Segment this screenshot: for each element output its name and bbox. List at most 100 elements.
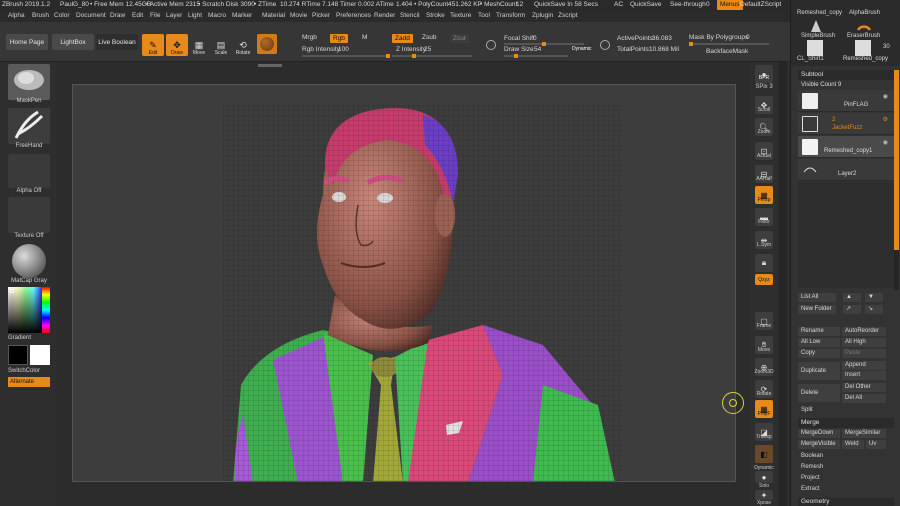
lightbox-button[interactable]: LightBox: [52, 34, 94, 50]
material-sphere-button[interactable]: [257, 34, 277, 54]
uv-button[interactable]: Uv: [866, 440, 886, 449]
duplicate-button[interactable]: Duplicate: [798, 362, 840, 380]
menu-picker[interactable]: Picker: [312, 12, 330, 19]
menu-render[interactable]: Render: [374, 12, 395, 19]
zsub-toggle[interactable]: Zsub: [422, 34, 436, 41]
paste-button[interactable]: Paste: [842, 349, 886, 358]
menu-texture[interactable]: Texture: [450, 12, 471, 19]
ac-label[interactable]: AC: [614, 1, 623, 8]
menu-alpha[interactable]: Alpha: [8, 12, 25, 19]
autoreorder-button[interactable]: AutoReorder: [842, 327, 886, 336]
material-selector[interactable]: [8, 242, 50, 278]
del-all-button[interactable]: Del All: [842, 394, 886, 403]
visible-count-control[interactable]: Visible Count 9: [798, 80, 894, 90]
menu-layer[interactable]: Layer: [166, 12, 182, 19]
draw-size-slider[interactable]: [504, 54, 568, 58]
all-low-button[interactable]: All Low: [798, 338, 840, 347]
menu-tool[interactable]: Tool: [478, 12, 490, 19]
arrow-down-right-button[interactable]: ↘: [865, 305, 883, 314]
del-other-button[interactable]: Del Other: [842, 383, 886, 392]
insert-button[interactable]: Insert: [842, 371, 886, 380]
tool-cl-shirt[interactable]: CL_Shirt1: [797, 56, 824, 62]
remeshed-copy-thumb[interactable]: [855, 40, 871, 56]
brush-selector[interactable]: [8, 64, 50, 100]
subtool-item[interactable]: Layer2: [798, 159, 894, 181]
eye-icon[interactable]: ◉: [883, 139, 888, 146]
rotate-mode-button[interactable]: ⟲ Rotate: [232, 34, 254, 56]
focal-shift-slider[interactable]: [504, 42, 584, 46]
menu-material[interactable]: Material: [262, 12, 285, 19]
dynamic-button[interactable]: ◧: [755, 445, 773, 463]
split-button[interactable]: Split: [798, 406, 886, 415]
stroke-selector[interactable]: [8, 108, 50, 144]
new-folder-button[interactable]: New Folder: [798, 305, 836, 314]
xpose-button[interactable]: ✦: [755, 490, 773, 500]
cl-shirt-thumb[interactable]: [807, 40, 823, 56]
mergevisible-button[interactable]: MergeVisible: [798, 440, 840, 449]
dynamic-toggle[interactable]: Dynamic: [572, 46, 591, 52]
lazy-mouse-icon[interactable]: [486, 40, 496, 50]
subtool-scroll-thumb[interactable]: [894, 70, 899, 250]
geometry-header[interactable]: Geometry: [798, 498, 894, 506]
extract-button[interactable]: Extract: [798, 485, 886, 494]
tool-simplebrush[interactable]: SimpleBrush: [801, 33, 835, 39]
weld-button[interactable]: Weld: [842, 440, 864, 449]
simplebrush-thumb[interactable]: [807, 18, 825, 34]
menu-movie[interactable]: Movie: [290, 12, 307, 19]
menu-preferences[interactable]: Preferences: [336, 12, 371, 19]
menu-brush[interactable]: Brush: [32, 12, 49, 19]
list-all-button[interactable]: List All: [798, 293, 836, 302]
subtool-item[interactable]: Remeshed_copy1 ◉: [798, 136, 894, 158]
secondary-color-swatch[interactable]: [30, 345, 50, 365]
zcut-toggle[interactable]: Zcut: [450, 34, 469, 43]
tool-alphabrush[interactable]: AlphaBrush: [849, 10, 880, 16]
z-intensity-slider[interactable]: [392, 54, 472, 58]
boolean-button[interactable]: Boolean: [798, 452, 886, 461]
home-page-button[interactable]: Home Page: [6, 34, 48, 50]
subtool-item[interactable]: PinFLAG ◉: [798, 90, 894, 112]
menu-transform[interactable]: Transform: [496, 12, 525, 19]
menu-zplugin[interactable]: Zplugin: [532, 12, 553, 19]
draw-mode-button[interactable]: ✥ Draw: [166, 34, 188, 56]
color-picker[interactable]: [8, 287, 50, 333]
scale-mode-button[interactable]: ▤ Scale: [210, 34, 232, 56]
solo-button[interactable]: ●: [755, 471, 773, 483]
menu-marker[interactable]: Marker: [232, 12, 252, 19]
right-shelf-scrollbar[interactable]: [779, 62, 787, 506]
switchcolor-button[interactable]: SwitchColor: [8, 368, 50, 374]
delete-button[interactable]: Delete: [798, 384, 840, 402]
quicksave-button[interactable]: QuickSave: [630, 1, 661, 8]
project-button[interactable]: Project: [798, 474, 886, 483]
gear-icon[interactable]: ⚙: [883, 116, 888, 123]
rename-button[interactable]: Rename: [798, 327, 840, 336]
canvas-area[interactable]: [56, 62, 750, 506]
spix-control[interactable]: SPix 3: [750, 84, 778, 90]
subtool-item[interactable]: 2 JacketFuzz ⚙: [798, 113, 894, 135]
gradient-label[interactable]: Gradient: [8, 335, 50, 341]
eye-icon[interactable]: ◉: [883, 93, 888, 100]
hue-strip[interactable]: [42, 287, 50, 333]
menu-stroke[interactable]: Stroke: [426, 12, 445, 19]
mergesimilar-button[interactable]: MergeSimilar: [842, 429, 886, 438]
live-boolean-button[interactable]: Live Boolean: [96, 34, 138, 50]
all-high-button[interactable]: All High: [842, 338, 886, 347]
tool-remeshed-copy[interactable]: Remeshed_copy: [797, 10, 842, 16]
eraserbrush-thumb[interactable]: [855, 18, 873, 34]
subtool-header[interactable]: Subtool: [798, 70, 894, 80]
mask-by-polygroups-slider[interactable]: [689, 42, 769, 46]
backface-mask-button[interactable]: BackfaceMask: [706, 48, 748, 55]
subtool-scrollbar[interactable]: [894, 70, 899, 290]
menu-file[interactable]: File: [150, 12, 160, 19]
copy-button[interactable]: Copy: [798, 349, 840, 358]
default-zscript[interactable]: DefaultZScript: [740, 1, 781, 8]
menu-color[interactable]: Color: [54, 12, 70, 19]
alternate-button[interactable]: Alternate: [8, 377, 50, 387]
menus-button[interactable]: Menus: [717, 0, 743, 10]
main-color-swatch[interactable]: [8, 345, 28, 365]
remesh-button[interactable]: Remesh: [798, 463, 886, 472]
arrow-down-button[interactable]: ▼: [865, 293, 883, 302]
document-canvas[interactable]: [72, 84, 736, 482]
move-mode-button[interactable]: ▦ Move: [188, 34, 210, 56]
arrow-right-button[interactable]: ↗: [843, 305, 861, 314]
tool-eraserbrush[interactable]: EraserBrush: [847, 33, 880, 39]
